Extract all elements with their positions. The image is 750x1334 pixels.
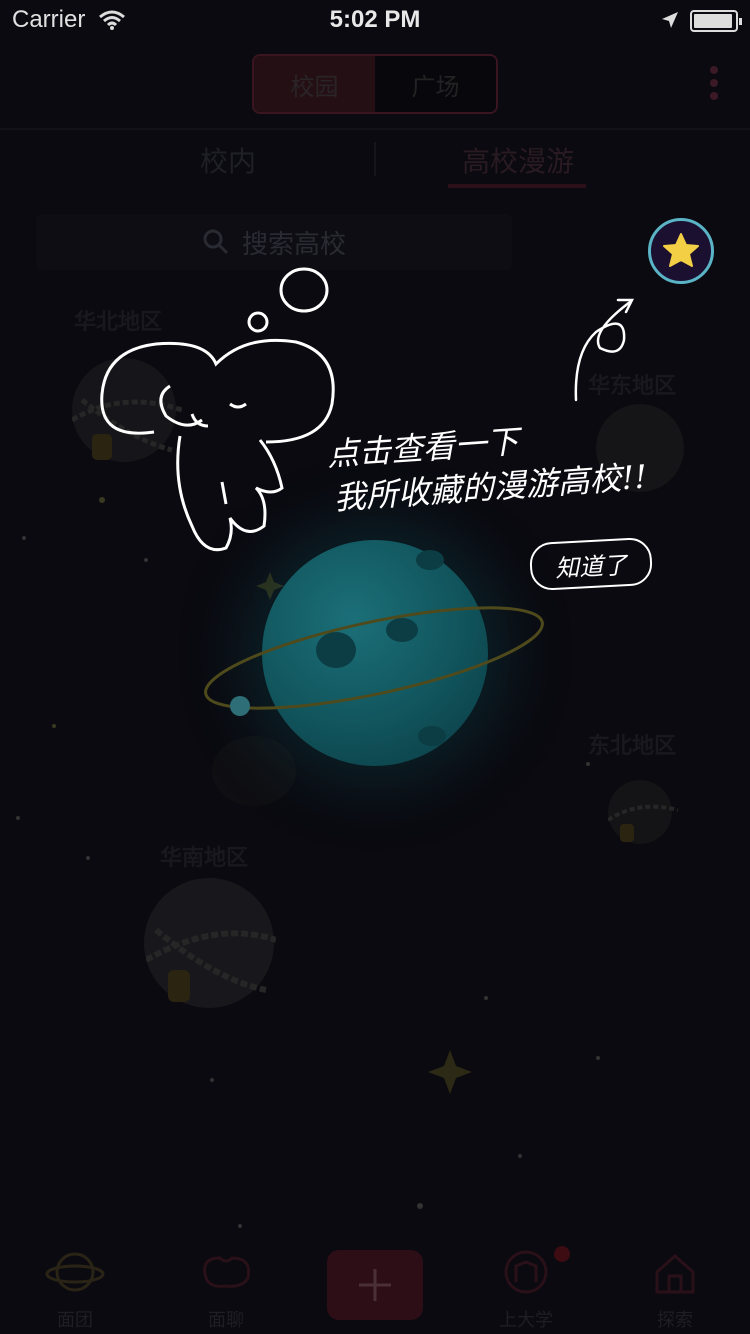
search-placeholder: 搜索高校 xyxy=(241,229,346,260)
tab-miantuan[interactable]: 面团 xyxy=(15,1248,135,1332)
segment-square[interactable]: 广场 xyxy=(375,56,496,112)
status-bar: Carrier 5:02 PM xyxy=(0,0,750,40)
segment-campus[interactable]: 校园 xyxy=(254,56,375,112)
tab-label: 上大学 xyxy=(499,1310,553,1331)
battery-icon xyxy=(690,10,742,32)
notification-badge xyxy=(554,1246,570,1262)
plus-icon xyxy=(359,1269,391,1301)
add-button[interactable] xyxy=(327,1250,423,1320)
region-northeast-label: 东北地区 xyxy=(588,734,677,759)
tab-campus-roaming[interactable]: 高校漫游 xyxy=(448,140,588,180)
tab-label: 探索 xyxy=(657,1310,693,1331)
elephant-mascot-icon xyxy=(100,267,335,552)
chain-lock-icon xyxy=(146,927,276,1002)
tab-explore[interactable]: 探索 xyxy=(615,1248,735,1332)
planet-craters xyxy=(316,550,446,746)
tab-go-to-college[interactable]: 上大学 xyxy=(466,1248,586,1332)
location-arrow-icon xyxy=(662,12,678,28)
arrow-icon xyxy=(574,298,635,402)
tab-mianliao[interactable]: 面聊 xyxy=(166,1248,286,1332)
elephant-icon xyxy=(203,1256,251,1288)
tab-label: 面团 xyxy=(57,1310,93,1331)
house-icon xyxy=(655,1253,695,1294)
top-segmented-control: 校园 广场 xyxy=(252,54,498,114)
planet-icon xyxy=(45,1252,105,1292)
more-menu-icon[interactable] xyxy=(708,66,720,102)
campus-icon xyxy=(504,1250,548,1294)
clock: 5:02 PM xyxy=(329,6,421,33)
search-bar[interactable]: 搜索高校 xyxy=(36,214,512,270)
search-icon xyxy=(203,229,229,255)
bottom-tab-bar: 面团 面聊 上大学 探索 xyxy=(0,1238,750,1334)
tab-separator xyxy=(374,142,376,176)
star-icon xyxy=(663,233,699,267)
active-tab-indicator xyxy=(448,184,586,188)
tab-on-campus[interactable]: 校内 xyxy=(150,140,306,180)
region-south-china-label: 华南地区 xyxy=(160,846,249,871)
tab-label: 面聊 xyxy=(208,1310,244,1331)
chain-lock-icon xyxy=(608,804,678,842)
got-it-button[interactable]: 知道了 xyxy=(528,536,654,592)
header-divider xyxy=(0,128,750,130)
favorites-star-button[interactable] xyxy=(648,218,714,284)
